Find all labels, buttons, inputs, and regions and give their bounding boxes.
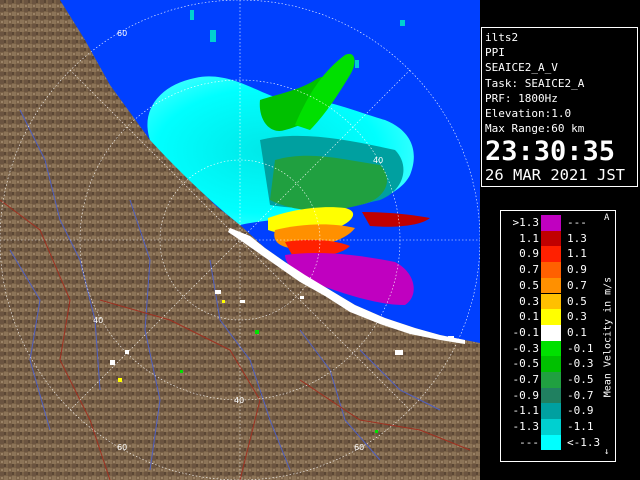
scan-name: SEAICE2_A_V xyxy=(485,61,558,75)
legend-low-value: -0.9 xyxy=(512,388,540,402)
legend-high-value: <-1.3 xyxy=(567,435,601,449)
legend-low-value: -1.3 xyxy=(512,420,540,434)
range-label-ne: 40 xyxy=(373,156,383,165)
legend-color-swatch xyxy=(541,340,561,357)
legend-high-value: -1.1 xyxy=(567,420,594,434)
legend-row: -0.3 -0.1 xyxy=(501,340,601,357)
legend-color-swatch xyxy=(541,387,561,404)
legend-row: >1.3 --- xyxy=(501,215,601,231)
legend-high-value: -0.1 xyxy=(567,341,594,355)
legend-color-swatch xyxy=(541,309,561,325)
legend-row: -0.1 0.1 xyxy=(501,324,601,341)
legend-low-value: 0.5 xyxy=(519,278,539,292)
legend-low-value: 0.7 xyxy=(519,263,539,277)
legend-high-value: -0.3 xyxy=(567,357,594,371)
legend-row: -1.1 -0.9 xyxy=(501,403,601,420)
legend-high-value: 1.3 xyxy=(567,231,587,245)
legend-color-swatch xyxy=(541,372,561,388)
legend-row: --- <-1.3 xyxy=(501,434,601,451)
legend-high-value: 1.1 xyxy=(567,247,587,261)
scan-time: 23:30:35 xyxy=(485,136,616,168)
legend-low-value: -0.5 xyxy=(512,357,540,371)
range-label-s: 40 xyxy=(234,396,244,405)
legend-row: -0.9 -0.7 xyxy=(501,387,601,404)
legend-color-swatch xyxy=(541,324,561,341)
legend-color-swatch xyxy=(541,277,561,294)
legend-color-swatch xyxy=(541,419,561,435)
legend-low-value: -1.1 xyxy=(512,404,540,418)
legend-row: 0.7 0.9 xyxy=(501,262,601,278)
velocity-legend: >1.3 --- 1.1 1.3 0.9 1.1 0.7 0.9 0.5 0.7 0.3 0.5 0.1… xyxy=(500,210,616,462)
prf-value: PRF: 1800Hz xyxy=(485,91,558,105)
legend-high-value: 0.5 xyxy=(567,294,587,308)
legend-high-value: -0.5 xyxy=(567,373,594,386)
range-label-w: 40 xyxy=(93,316,103,325)
legend-color-swatch xyxy=(541,246,561,263)
scan-date: 26 MAR 2021 JST xyxy=(485,166,625,185)
max-range-value: Max Range:60 km xyxy=(485,122,585,136)
legend-low-value: --- xyxy=(519,435,539,449)
site-name: ilts2 xyxy=(485,31,519,44)
legend-color-swatch xyxy=(541,262,561,278)
legend-row: 0.9 1.1 xyxy=(501,246,601,263)
legend-row: -1.3 -1.1 xyxy=(501,419,601,435)
legend-row: -0.7 -0.5 xyxy=(501,372,601,388)
legend-high-value: 0.1 xyxy=(567,325,587,339)
scan-info-panel: ilts2 PPI SEAICE2_A_V Task: SEAICE2_A PR… xyxy=(481,27,638,187)
legend-title: Mean Velocity in m/s xyxy=(600,213,616,461)
legend-high-value: --- xyxy=(567,216,587,229)
legend-high-value: -0.7 xyxy=(567,388,594,402)
range-label-top: 60 xyxy=(117,29,127,38)
range-label-se: 60 xyxy=(354,443,364,452)
legend-row: 0.5 0.7 xyxy=(501,277,601,294)
range-label-e: 40 xyxy=(374,316,384,325)
legend-low-value: -0.7 xyxy=(512,373,540,386)
legend-low-value: -0.1 xyxy=(512,325,540,339)
legend-low-value: 1.1 xyxy=(519,231,539,245)
legend-row: 0.1 0.3 xyxy=(501,309,601,325)
legend-low-value: >1.3 xyxy=(512,216,540,229)
legend-high-value: -0.9 xyxy=(567,404,594,418)
legend-high-value: 0.3 xyxy=(567,310,587,324)
legend-high-value: 0.7 xyxy=(567,278,587,292)
legend-row: -0.5 -0.3 xyxy=(501,356,601,372)
range-label-sw: 60 xyxy=(117,443,127,452)
task-name: Task: SEAICE2_A xyxy=(485,76,585,90)
legend-color-swatch xyxy=(541,403,561,420)
elevation-value: Elevation:1.0 xyxy=(485,107,572,121)
legend-low-value: -0.3 xyxy=(512,341,540,355)
product-type: PPI xyxy=(485,46,505,60)
legend-low-value: 0.1 xyxy=(519,310,539,324)
legend-title-text: Mean Velocity in m/s xyxy=(602,276,614,398)
legend-high-value: 0.9 xyxy=(567,263,587,277)
legend-color-swatch xyxy=(541,230,561,247)
legend-color-swatch xyxy=(541,293,561,310)
legend-row: 1.1 1.3 xyxy=(501,230,601,247)
radar-display: 60 40 40 40 40 60 60 ilts2 PPI SEAICE2_A… xyxy=(0,0,640,480)
legend-row: 0.3 0.5 xyxy=(501,293,601,310)
legend-low-value: 0.3 xyxy=(519,294,539,308)
legend-low-value: 0.9 xyxy=(519,247,539,261)
legend-color-swatch xyxy=(541,215,561,231)
legend-bottom-marker: ↓ xyxy=(604,447,610,457)
legend-color-swatch xyxy=(541,356,561,372)
legend-color-swatch xyxy=(541,434,561,451)
